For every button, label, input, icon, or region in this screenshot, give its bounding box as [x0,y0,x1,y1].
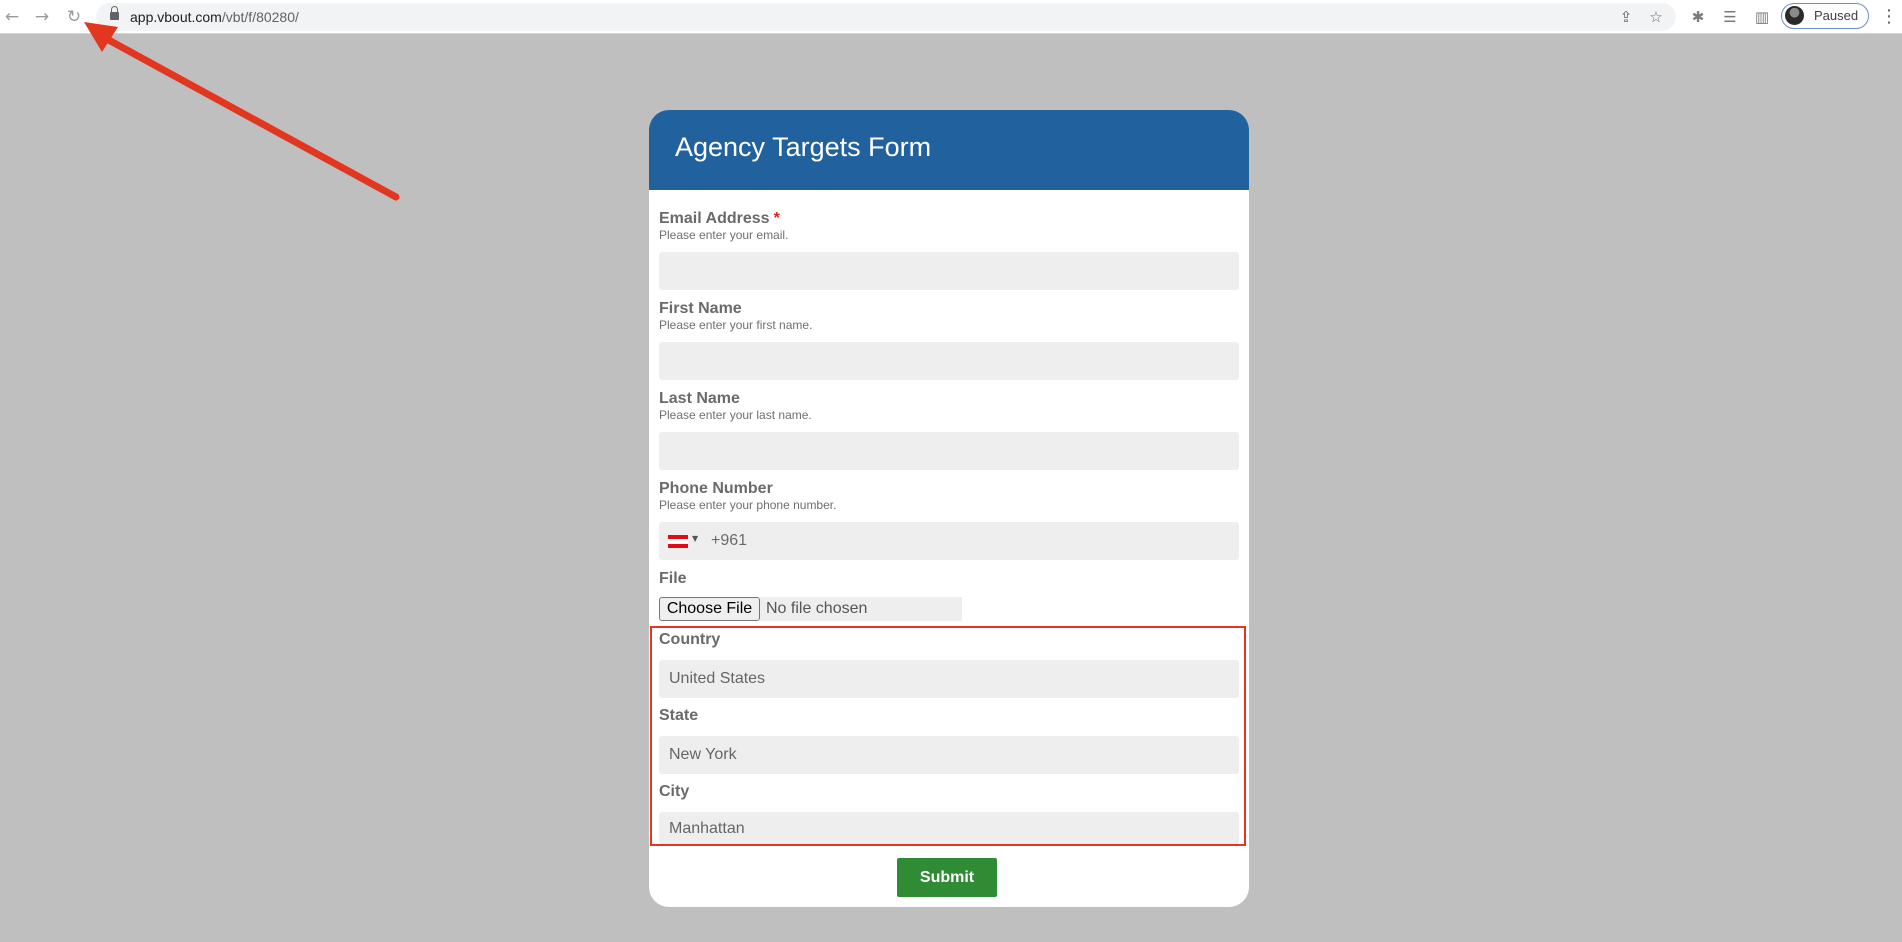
bookmark-star-icon[interactable]: ☆ [1646,7,1666,27]
lebanon-flag-icon[interactable] [668,535,688,548]
annotation-arrow-head [84,22,118,52]
share-icon[interactable]: ⇪ [1616,7,1636,27]
phone-input[interactable]: ▼ +961 [659,522,1239,560]
email-input[interactable] [659,252,1239,290]
form-header: Agency Targets Form [649,110,1249,190]
avatar [1785,6,1804,25]
flag-band-bottom [668,544,688,548]
annotation-arrow-shaft [101,34,400,201]
reading-list-icon[interactable]: ☰ [1720,7,1740,27]
last-name-hint: Please enter your last name. [659,408,812,422]
profile-status: Paused [1814,8,1859,23]
phone-label: Phone Number [659,480,773,497]
annotation-highlight-box [650,626,1246,846]
email-label-text: Email Address [659,210,770,227]
phone-hint: Please enter your phone number. [659,498,837,512]
profile-button[interactable]: Paused [1781,3,1869,29]
dial-code: +961 [711,532,748,549]
more-menu-icon[interactable]: ⋮ [1880,6,1898,28]
choose-file-button[interactable]: Choose File [659,597,760,621]
file-status: No file chosen [760,597,962,621]
last-name-label: Last Name [659,390,740,407]
required-marker: * [773,210,780,227]
email-hint: Please enter your email. [659,228,789,242]
extensions-puzzle-icon[interactable]: ✱ [1688,7,1708,27]
email-label: Email Address * [659,210,780,228]
file-input: Choose File No file chosen [659,597,962,621]
submit-button[interactable]: Submit [897,858,997,897]
side-panel-icon[interactable]: ▥ [1752,7,1772,27]
first-name-label: First Name [659,300,742,317]
last-name-input[interactable] [659,432,1239,470]
first-name-hint: Please enter your first name. [659,318,813,332]
file-label: File [659,570,687,587]
country-code-caret-icon[interactable]: ▼ [692,534,698,543]
annotation-arrow [84,22,400,201]
form-title: Agency Targets Form [675,132,932,162]
first-name-input[interactable] [659,342,1239,380]
